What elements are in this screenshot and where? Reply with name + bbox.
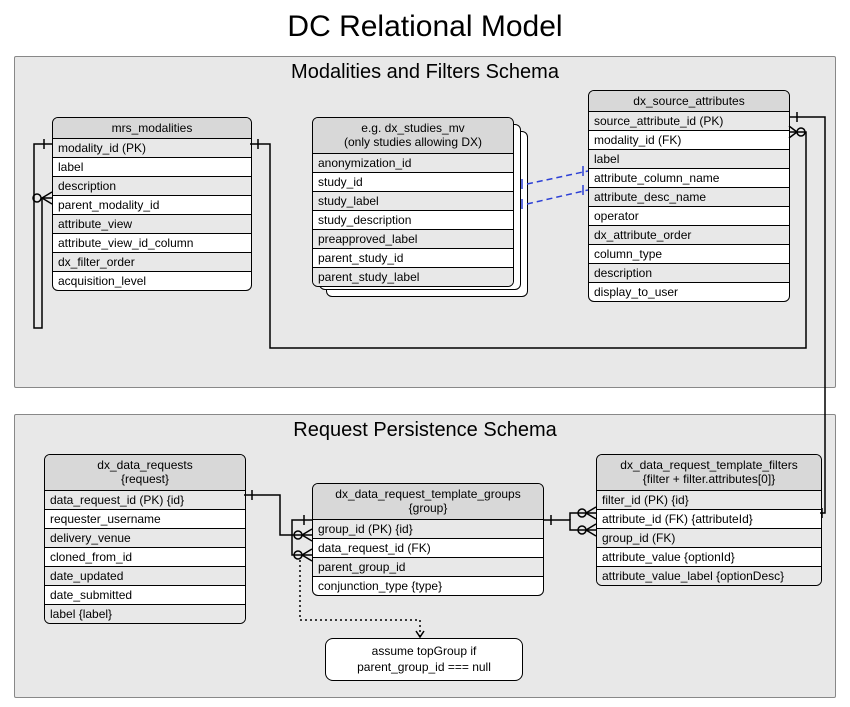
entity-row: attribute_view_id_column [53, 234, 251, 253]
entity-header-line1: dx_data_request_template_filters [620, 458, 797, 472]
entity-row: group_id (FK) [597, 529, 821, 548]
entity-row: attribute_value_label {optionDesc} [597, 567, 821, 585]
entity-row: date_submitted [45, 586, 245, 605]
entity-row: attribute_desc_name [589, 188, 789, 207]
entity-mrs-modalities: mrs_modalities modality_id (PK) label de… [52, 117, 252, 291]
entity-row: description [53, 177, 251, 196]
entity-dx-data-request-template-groups: dx_data_request_template_groups {group} … [312, 483, 544, 596]
entity-row: attribute_view [53, 215, 251, 234]
entity-row: attribute_value {optionId} [597, 548, 821, 567]
entity-row: description [589, 264, 789, 283]
entity-header: dx_data_request_template_groups {group} [313, 484, 543, 520]
note-line1: assume topGroup if [372, 644, 477, 658]
entity-header-line2: {group} [409, 501, 448, 515]
entity-row: operator [589, 207, 789, 226]
entity-row: filter_id (PK) {id} [597, 491, 821, 510]
note-topgroup: assume topGroup if parent_group_id === n… [325, 638, 523, 681]
entity-row: group_id (PK) {id} [313, 520, 543, 539]
entity-row: study_description [313, 211, 513, 230]
entity-header: dx_data_requests {request} [45, 455, 245, 491]
entity-header-line1: dx_data_requests [97, 458, 192, 472]
entity-row: requester_username [45, 510, 245, 529]
entity-row: dx_filter_order [53, 253, 251, 272]
entity-row: data_request_id (PK) {id} [45, 491, 245, 510]
entity-header-line2: {request} [121, 472, 169, 486]
entity-row: display_to_user [589, 283, 789, 301]
entity-row: delivery_venue [45, 529, 245, 548]
entity-row: dx_attribute_order [589, 226, 789, 245]
diagram-title: DC Relational Model [0, 0, 850, 50]
entity-row: label {label} [45, 605, 245, 623]
entity-row: anonymization_id [313, 154, 513, 173]
entity-dx-source-attributes: dx_source_attributes source_attribute_id… [588, 90, 790, 302]
note-line2: parent_group_id === null [357, 660, 491, 674]
entity-row: study_id [313, 173, 513, 192]
entity-row: modality_id (FK) [589, 131, 789, 150]
entity-header-line1: e.g. dx_studies_mv [361, 121, 464, 135]
entity-header-line2: {filter + filter.attributes[0]} [643, 472, 775, 486]
entity-row: label [589, 150, 789, 169]
entity-dx-studies-mv: e.g. dx_studies_mv (only studies allowin… [312, 117, 514, 287]
entity-header-line2: (only studies allowing DX) [344, 135, 482, 149]
entity-row: source_attribute_id (PK) [589, 112, 789, 131]
schema-title-top: Modalities and Filters Schema [15, 57, 835, 84]
entity-row: modality_id (PK) [53, 139, 251, 158]
entity-row: cloned_from_id [45, 548, 245, 567]
entity-row: parent_group_id [313, 558, 543, 577]
entity-row: label [53, 158, 251, 177]
entity-header: dx_data_request_template_filters {filter… [597, 455, 821, 491]
entity-dx-data-request-template-filters: dx_data_request_template_filters {filter… [596, 454, 822, 586]
entity-row: column_type [589, 245, 789, 264]
entity-row: conjunction_type {type} [313, 577, 543, 595]
entity-header: e.g. dx_studies_mv (only studies allowin… [313, 118, 513, 154]
entity-row: parent_study_label [313, 268, 513, 286]
entity-row: preapproved_label [313, 230, 513, 249]
entity-header-line1: dx_data_request_template_groups [335, 487, 520, 501]
entity-row: attribute_column_name [589, 169, 789, 188]
entity-row: data_request_id (FK) [313, 539, 543, 558]
entity-row: study_label [313, 192, 513, 211]
entity-row: date_updated [45, 567, 245, 586]
entity-header: dx_source_attributes [589, 91, 789, 112]
entity-header: mrs_modalities [53, 118, 251, 139]
entity-dx-data-requests: dx_data_requests {request} data_request_… [44, 454, 246, 624]
entity-row: parent_modality_id [53, 196, 251, 215]
schema-title-bottom: Request Persistence Schema [15, 415, 835, 442]
entity-row: attribute_id (FK) {attributeId} [597, 510, 821, 529]
entity-row: parent_study_id [313, 249, 513, 268]
entity-row: acquisition_level [53, 272, 251, 290]
